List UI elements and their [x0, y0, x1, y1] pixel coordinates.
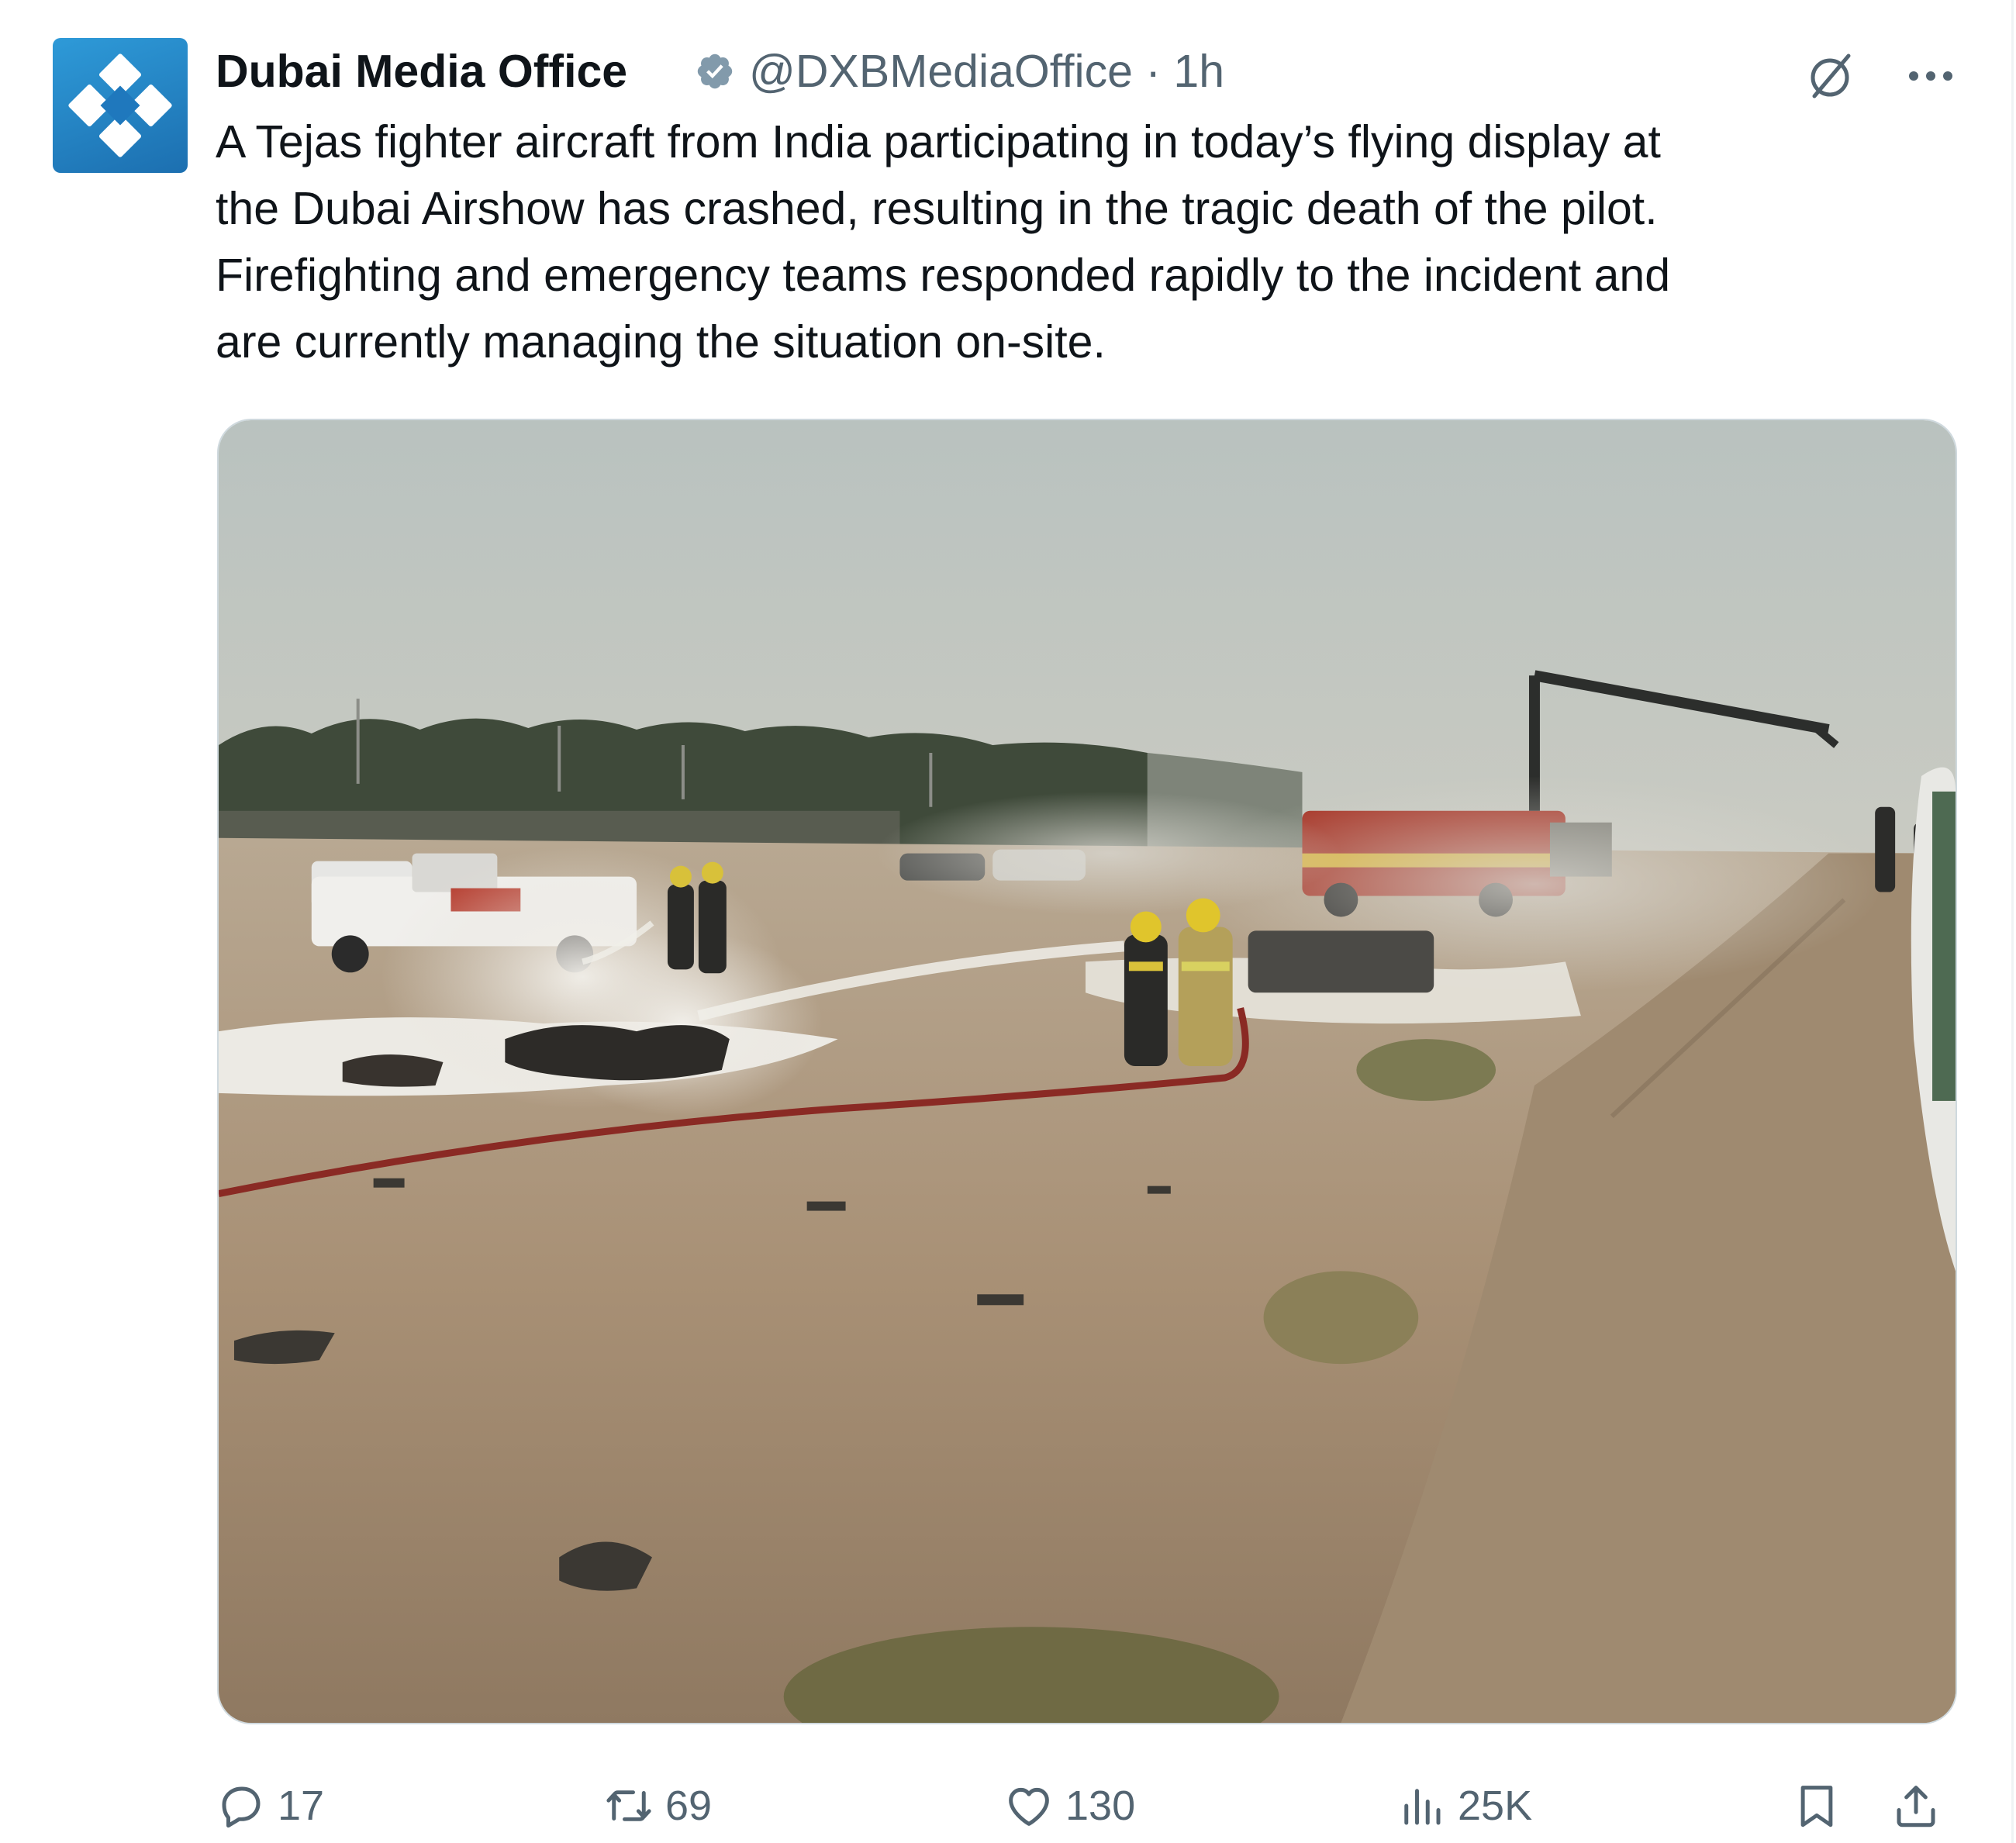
author-handle[interactable]: @DXBMediaOffice	[749, 46, 1133, 97]
dubai-media-office-logo-icon	[68, 53, 172, 157]
timeline-divider	[2011, 0, 2014, 1843]
author-handle-and-time[interactable]: @DXBMediaOffice · 1h	[749, 40, 1224, 102]
bookmark-icon	[1800, 1786, 1833, 1827]
tweet-text: A Tejas fighter aircraft from India part…	[216, 116, 1671, 368]
tweet-photo[interactable]	[217, 419, 1957, 1724]
tweet-actions: 17 69 130 25K	[216, 1771, 1960, 1841]
more-options-icon[interactable]	[1900, 53, 1962, 99]
reply-icon	[222, 1786, 261, 1828]
retweet-count: 69	[665, 1783, 713, 1829]
analytics-icon	[1404, 1789, 1441, 1825]
grok-icon[interactable]	[1805, 51, 1855, 101]
author-avatar[interactable]	[53, 38, 188, 173]
tweet-header: Dubai Media Office @DXBMediaOffice · 1h	[216, 40, 1968, 102]
crash-site-photo	[219, 420, 1956, 1723]
tweet-timestamp[interactable]: 1h	[1173, 46, 1224, 97]
heart-icon	[1009, 1787, 1049, 1826]
reply-button[interactable]: 17	[216, 1771, 324, 1841]
share-icon	[1897, 1786, 1935, 1827]
retweet-button[interactable]: 69	[603, 1771, 712, 1841]
view-count: 25K	[1458, 1783, 1533, 1829]
share-button[interactable]	[1890, 1771, 1942, 1841]
views-button[interactable]: 25K	[1396, 1771, 1532, 1841]
bookmark-button[interactable]	[1791, 1771, 1842, 1841]
like-count: 130	[1065, 1783, 1136, 1829]
verified-badge-icon	[697, 53, 733, 89]
like-button[interactable]: 130	[1003, 1771, 1135, 1841]
retweet-icon	[606, 1790, 651, 1821]
time-separator: ·	[1132, 46, 1174, 97]
author-display-name[interactable]: Dubai Media Office	[216, 40, 627, 102]
reply-count: 17	[278, 1783, 325, 1829]
